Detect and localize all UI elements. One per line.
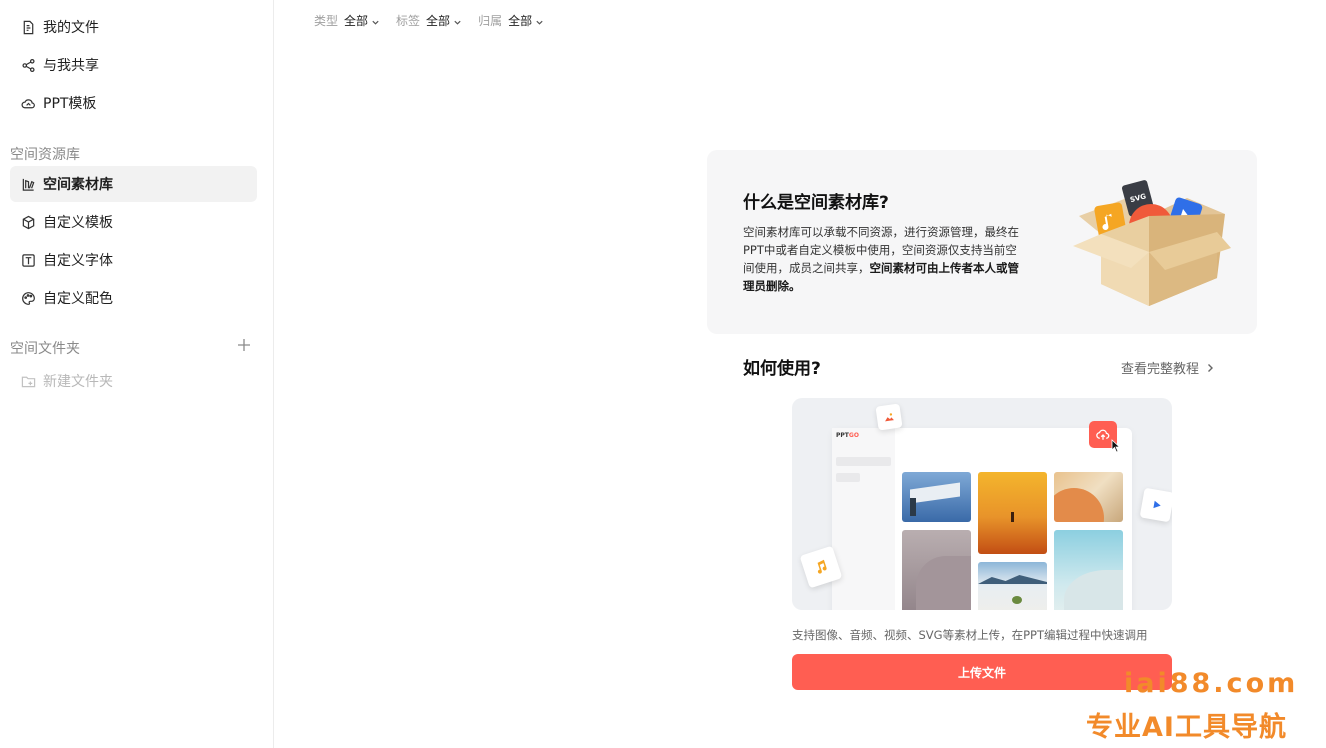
folder-add-icon bbox=[20, 373, 36, 389]
add-folder-button[interactable] bbox=[236, 337, 254, 355]
sidebar-item-ppt-templates[interactable]: PPT模板 bbox=[10, 85, 257, 121]
font-icon bbox=[20, 252, 36, 268]
sidebar-item-label: PPT模板 bbox=[43, 96, 97, 112]
sidebar-item-custom-colors[interactable]: 自定义配色 bbox=[10, 280, 257, 316]
watermark-slogan: 专业AI工具导航 bbox=[1086, 712, 1287, 743]
filter-value: 全部 bbox=[426, 14, 451, 28]
howto-title: 如何使用? bbox=[743, 359, 821, 379]
filter-type[interactable]: 类型 全部 bbox=[314, 12, 380, 29]
filter-label: 归属 bbox=[478, 14, 503, 28]
tutorial-link-label: 查看完整教程 bbox=[1121, 362, 1200, 377]
space-folder-title: 空间文件夹 bbox=[10, 341, 80, 357]
watermark-domain: iai88.com bbox=[1124, 668, 1299, 699]
cursor-icon bbox=[1111, 439, 1121, 453]
demo-thumb-landscape bbox=[978, 562, 1047, 610]
demo-thumb-architecture bbox=[902, 472, 971, 522]
new-folder-label: 新建文件夹 bbox=[43, 374, 113, 390]
sidebar-item-custom-fonts[interactable]: 自定义字体 bbox=[10, 242, 257, 278]
demo-bar bbox=[836, 457, 891, 466]
filter-value: 全部 bbox=[344, 14, 369, 28]
demo-sidebar: PPTGO bbox=[832, 428, 895, 610]
sidebar-item-custom-templates[interactable]: 自定义模板 bbox=[10, 204, 257, 240]
chevron-down-icon bbox=[535, 16, 544, 25]
palette-icon bbox=[20, 290, 36, 306]
video-float-icon bbox=[1139, 487, 1172, 523]
upload-file-button[interactable]: 上传文件 bbox=[792, 654, 1172, 690]
info-description: 空间素材库可以承载不同资源，进行资源管理，最终在PPT中或者自定义模板中使用，空… bbox=[743, 223, 1019, 295]
filter-label: 类型 bbox=[314, 14, 339, 28]
support-text: 支持图像、音频、视频、SVG等素材上传，在PPT编辑过程中快速调用 bbox=[792, 628, 1148, 642]
sidebar-item-space-material-library[interactable]: 空间素材库 bbox=[10, 166, 257, 202]
template-icon bbox=[20, 95, 36, 111]
filter-owner[interactable]: 归属 全部 bbox=[478, 12, 544, 29]
chevron-down-icon bbox=[453, 16, 462, 25]
filter-tag[interactable]: 标签 全部 bbox=[396, 12, 462, 29]
view-tutorial-link[interactable]: 查看完整教程 bbox=[1121, 358, 1215, 377]
info-title: 什么是空间素材库? bbox=[743, 193, 889, 213]
space-library-title: 空间资源库 bbox=[10, 147, 80, 163]
sidebar-item-label: 我的文件 bbox=[43, 20, 99, 36]
demo-thumb-dunes bbox=[1054, 530, 1123, 610]
demo-thumb-desert bbox=[978, 472, 1047, 554]
sidebar-item-label: 自定义模板 bbox=[43, 215, 113, 231]
usage-demo-illustration: PPTGO bbox=[792, 398, 1172, 610]
sidebar: 我的文件 与我共享 PPT模板 空间资源库 空间素材库 自定义模板 自定义字体 bbox=[0, 0, 274, 748]
demo-logo: PPTGO bbox=[836, 432, 859, 439]
chevron-down-icon bbox=[371, 16, 380, 25]
material-library-icon bbox=[20, 176, 36, 192]
new-folder-item[interactable]: 新建文件夹 bbox=[10, 363, 257, 399]
sidebar-item-label: 自定义配色 bbox=[43, 291, 113, 307]
sidebar-item-label: 自定义字体 bbox=[43, 253, 113, 269]
demo-window: PPTGO bbox=[832, 428, 1132, 610]
chevron-right-icon bbox=[1208, 363, 1214, 372]
share-icon bbox=[20, 57, 36, 73]
sidebar-item-label: 空间素材库 bbox=[43, 177, 113, 193]
demo-bar bbox=[836, 473, 860, 482]
filter-bar: 类型 全部 标签 全部 归属 全部 bbox=[314, 12, 544, 29]
cube-icon bbox=[20, 214, 36, 230]
demo-thumb-curve bbox=[1054, 472, 1123, 522]
filter-label: 标签 bbox=[396, 14, 421, 28]
filter-value: 全部 bbox=[508, 14, 533, 28]
sidebar-item-my-files[interactable]: 我的文件 bbox=[10, 9, 257, 45]
image-float-icon bbox=[875, 403, 903, 431]
box-illustration: SVG bbox=[1067, 176, 1232, 311]
demo-thumb-sculpture bbox=[902, 530, 971, 610]
info-card: 什么是空间素材库? 空间素材库可以承载不同资源，进行资源管理，最终在PPT中或者… bbox=[707, 150, 1257, 334]
file-icon bbox=[20, 19, 36, 35]
sidebar-item-label: 与我共享 bbox=[43, 58, 99, 74]
plus-icon bbox=[238, 339, 250, 351]
sidebar-item-shared-with-me[interactable]: 与我共享 bbox=[10, 47, 257, 83]
